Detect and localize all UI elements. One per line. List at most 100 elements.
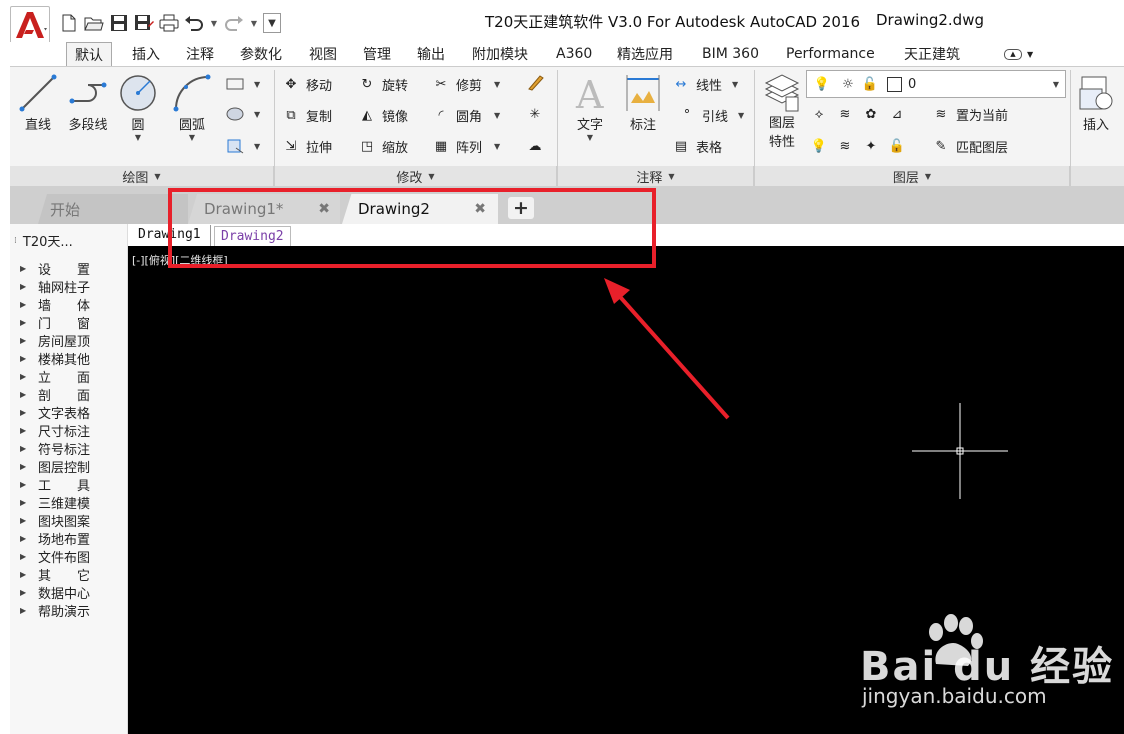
palette-item[interactable]: ▶ 文件布图 [20,547,90,566]
tab-insert[interactable]: 插入 [124,42,168,66]
palette-item[interactable]: ▶ 图块图案 [20,511,90,530]
layer-unlock-icon[interactable]: 🔓 [886,136,908,156]
arc-button[interactable]: 圆弧 ▼ [170,72,214,142]
layer-lock-icon[interactable]: ⊿ [886,104,908,124]
polyline-icon [67,72,109,114]
match-layer-button[interactable]: ✎ 匹配图层 [930,136,1008,156]
ribbon-minimize-button[interactable]: ▲ ▼ [996,42,1041,66]
palette-item[interactable]: ▶ 门 窗 [20,313,90,332]
customize-qat-icon[interactable]: ▼ [263,13,281,33]
tab-parametric[interactable]: 参数化 [232,42,290,66]
palette-item[interactable]: ▶ 工 具 [20,475,90,494]
palette-item[interactable]: ▶ 立 面 [20,367,90,386]
line-label: 直线 [24,118,51,133]
boundary-button[interactable]: ▼ [224,136,260,156]
modify-panel-title[interactable]: 修改 ▼ [275,166,557,186]
circle-button[interactable]: 圆 ▼ [116,72,160,142]
scale-label: 缩放 [382,140,409,156]
document-name: Drawing2.dwg [876,11,984,29]
rectangle-button[interactable]: ▼ [224,74,260,94]
circle-icon [117,72,159,114]
tab-featured-apps[interactable]: 精选应用 [609,42,681,66]
layer-panel-title[interactable]: 图层 ▼ [755,166,1070,186]
palette-header[interactable]: ⁞ T20天... [14,231,73,250]
undo-icon[interactable] [183,12,205,34]
palette-item-label: 图块图案 [38,515,91,530]
text-dropdown-icon: ▼ [586,133,594,142]
palette-item[interactable]: ▶ 设 置 [20,259,90,278]
palette-item[interactable]: ▶ 剖 面 [20,385,90,404]
palette-item[interactable]: ▶ 楼梯其他 [20,349,90,368]
scale-button[interactable]: ◳ 缩放 [356,136,408,156]
tab-addins[interactable]: 附加模块 [464,42,536,66]
move-button[interactable]: ✥ 移动 [280,74,332,94]
open-folder-icon[interactable] [83,12,105,34]
tab-bim360[interactable]: BIM 360 [694,42,767,66]
redo-dropdown-icon[interactable]: ▼ [248,12,260,34]
line-button[interactable]: 直线 [16,72,60,133]
annotation-panel-title[interactable]: 注释 ▼ [558,166,754,186]
draw-panel-title[interactable]: 绘图 ▼ [10,166,274,186]
palette-item[interactable]: ▶ 文字表格 [20,403,90,422]
layer-isolate-icon[interactable]: ≋ [834,104,856,124]
trim-button[interactable]: ✂ 修剪 ▼ [430,74,501,94]
tab-manage[interactable]: 管理 [355,42,399,66]
palette-item[interactable]: ▶ 墙 体 [20,295,90,314]
palette-item[interactable]: ▶ 其 它 [20,565,90,584]
palette-item-label: 三维建模 [38,497,91,512]
save-icon[interactable] [108,12,130,34]
tab-a360[interactable]: A360 [548,42,600,66]
explode-button[interactable]: ✳ [524,104,550,124]
polyline-button[interactable]: 多段线 [64,72,112,133]
tab-output[interactable]: 输出 [409,42,453,66]
table-button[interactable]: ▤ 表格 [670,136,722,156]
palette-item[interactable]: ▶ 场地布置 [20,529,90,548]
layer-off-icon[interactable]: ⟡ [808,104,830,124]
insert-block-button[interactable]: 插入 [1074,72,1118,133]
undo-dropdown-icon[interactable]: ▼ [208,12,220,34]
text-button[interactable]: A 文字 ▼ [568,72,612,142]
palette-item[interactable]: ▶ 尺寸标注 [20,421,90,440]
palette-item[interactable]: ▶ 房间屋顶 [20,331,90,350]
tab-view[interactable]: 视图 [301,42,345,66]
palette-item[interactable]: ▶ 帮助演示 [20,601,90,620]
layer-on-icon[interactable]: 💡 [808,136,830,156]
palette-item[interactable]: ▶ 数据中心 [20,583,90,602]
application-menu-button[interactable] [10,6,50,44]
eraser-icon [524,72,546,92]
palette-item[interactable]: ▶ 三维建模 [20,493,90,512]
tab-tangent-architecture[interactable]: 天正建筑 [896,42,968,66]
layer-unisolate-icon[interactable]: ≋ [834,136,856,156]
save-as-icon[interactable] [133,12,155,34]
layer-freeze-icon[interactable]: ✿ [860,104,882,124]
offset-button[interactable]: ☁ [524,136,550,156]
tab-start[interactable]: 开始 [38,194,188,224]
layer-tool-row-2: 💡 ≋ ✦ 🔓 [808,136,912,156]
copy-button[interactable]: ⧉ 复制 [280,105,332,125]
fillet-icon: ◜ [438,107,444,123]
tab-default[interactable]: 默认 [66,42,112,66]
stretch-button[interactable]: ⇲ 拉伸 [280,136,332,156]
hatch-button[interactable]: ▼ [224,104,260,124]
palette-item[interactable]: ▶ 图层控制 [20,457,90,476]
layer-dropdown[interactable]: 💡 ☼ 🔓 0 ▼ [806,70,1066,98]
array-button[interactable]: ▦ 阵列 ▼ [430,136,500,156]
dimension-button[interactable]: 标注 [620,72,666,133]
tab-performance[interactable]: Performance [778,42,883,66]
palette-item[interactable]: ▶ 轴网柱子 [20,277,90,296]
mirror-button[interactable]: ◭ 镜像 [356,105,408,125]
layer-properties-button[interactable]: 图层 特性 [760,72,804,152]
linear-button[interactable]: ↔ 线性 ▼ [670,74,739,94]
new-file-icon[interactable] [58,12,80,34]
stretch-label: 拉伸 [306,140,333,156]
rotate-button[interactable]: ↻ 旋转 [356,74,408,94]
redo-icon[interactable] [223,12,245,34]
set-current-layer-button[interactable]: ≋ 置为当前 [930,104,1008,124]
leader-button[interactable]: ° 引线 ▼ [676,105,744,125]
print-icon[interactable] [158,12,180,34]
tab-annotate[interactable]: 注释 [178,42,222,66]
layer-thaw-icon[interactable]: ✦ [860,136,882,156]
fillet-button[interactable]: ◜ 圆角 ▼ [430,105,500,125]
palette-item[interactable]: ▶ 符号标注 [20,439,90,458]
erase-button[interactable] [524,72,550,92]
